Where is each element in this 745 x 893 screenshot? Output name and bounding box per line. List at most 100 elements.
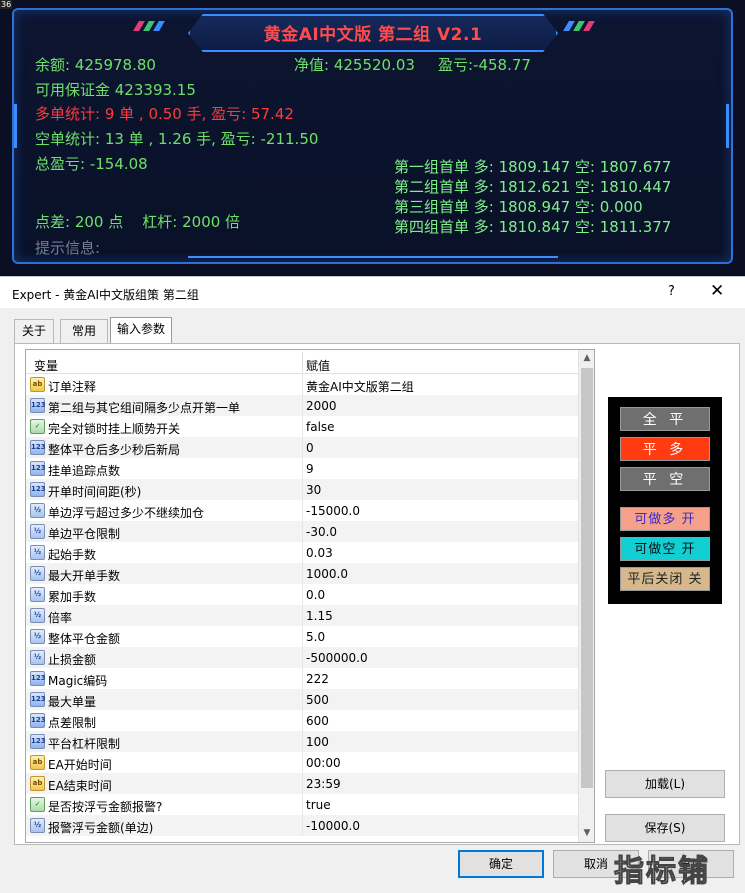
parameter-row[interactable]: 123 最大单量 500	[26, 689, 578, 710]
parameter-row[interactable]: ½ 累加手数 0.0	[26, 584, 578, 605]
parameter-value[interactable]: -10000.0	[306, 819, 360, 833]
param-type-dbl-icon: ½	[30, 524, 45, 539]
grid-rows: ab 订单注释 黄金AI中文版第二组 123 第二组与其它组间隔多少点开第一单 2000 ✓…	[26, 374, 578, 836]
close-short-button[interactable]: 平 空	[620, 467, 710, 491]
parameter-row[interactable]: 123 Magic编码 222	[26, 668, 578, 689]
input-parameters-grid[interactable]: 变量 赋值 ab 订单注释 黄金AI中文版第二组 123 第二组与其它组间隔多少点开第一…	[25, 349, 595, 843]
cell-divider	[302, 437, 303, 458]
parameter-value[interactable]: 00:00	[306, 756, 341, 770]
param-type-bool-icon: ✓	[30, 419, 45, 434]
parameter-name: 倍率	[48, 611, 73, 625]
tab-inputs[interactable]: 输入参数	[110, 317, 172, 343]
parameter-value[interactable]: 0	[306, 441, 314, 455]
group-3-first-order: 第三组首单 多: 1808.947 空: 0.000	[394, 198, 643, 216]
scroll-up-icon[interactable]: ▲	[579, 350, 595, 367]
parameter-name: Magic编码	[48, 674, 108, 688]
parameter-row[interactable]: ab EA结束时间 23:59	[26, 773, 578, 794]
allow-short-toggle[interactable]: 可做空 开	[620, 537, 710, 561]
close-after-toggle[interactable]: 平后关闭 关	[620, 567, 710, 591]
parameter-value[interactable]: -500000.0	[306, 651, 368, 665]
parameter-row[interactable]: 123 平台杠杆限制 100	[26, 731, 578, 752]
parameter-value[interactable]: 9	[306, 462, 314, 476]
spread-leverage-text: 点差: 200 点 杠杆: 2000 倍	[35, 213, 241, 231]
parameter-value[interactable]: 100	[306, 735, 329, 749]
param-type-str-icon: ab	[30, 377, 45, 392]
parameter-value[interactable]: false	[306, 420, 335, 434]
param-type-str-icon: ab	[30, 776, 45, 791]
parameter-value[interactable]: 0.03	[306, 546, 333, 560]
parameter-name: 累加手数	[48, 590, 97, 604]
parameter-name: 是否按浮亏金额报警?	[48, 800, 163, 814]
cell-divider	[302, 542, 303, 563]
parameter-row[interactable]: ab EA开始时间 00:00	[26, 752, 578, 773]
allow-long-toggle[interactable]: 可做多 开	[620, 507, 710, 531]
watermark-logo: 指标铺	[614, 854, 710, 890]
close-button[interactable]: ✕	[710, 281, 724, 301]
free-margin-text: 可用保证金 423393.15	[35, 81, 196, 99]
parameter-value[interactable]: 222	[306, 672, 329, 686]
column-header-value[interactable]: 赋值	[306, 357, 330, 374]
cell-divider	[302, 479, 303, 500]
save-button[interactable]: 保存(S)	[605, 814, 725, 842]
parameter-row[interactable]: 123 第二组与其它组间隔多少点开第一单 2000	[26, 395, 578, 416]
parameter-row[interactable]: ✓ 完全对锁时挂上顺势开关 false	[26, 416, 578, 437]
parameter-value[interactable]: 1.15	[306, 609, 333, 623]
parameter-name: 平台杠杆限制	[48, 737, 121, 751]
parameter-row[interactable]: ½ 单边浮亏超过多少不继续加仓 -15000.0	[26, 500, 578, 521]
parameter-value[interactable]: -30.0	[306, 525, 337, 539]
parameter-row[interactable]: ½ 倍率 1.15	[26, 605, 578, 626]
parameter-name: 最大单量	[48, 695, 97, 709]
parameter-row[interactable]: ½ 整体平仓金额 5.0	[26, 626, 578, 647]
cell-divider	[302, 710, 303, 731]
param-type-bool-icon: ✓	[30, 797, 45, 812]
scroll-down-icon[interactable]: ▼	[579, 825, 595, 842]
parameter-row[interactable]: 123 开单时间间距(秒) 30	[26, 479, 578, 500]
dialog-titlebar[interactable]: Expert - 黄金AI中文版组策 第二组 ? ✕	[0, 277, 745, 308]
parameter-value[interactable]: 500	[306, 693, 329, 707]
parameter-value[interactable]: 600	[306, 714, 329, 728]
ok-button[interactable]: 确定	[458, 850, 544, 878]
close-all-button[interactable]: 全 平	[620, 407, 710, 431]
cell-divider	[302, 521, 303, 542]
parameter-name: 订单注释	[48, 380, 97, 394]
parameter-value[interactable]: 1000.0	[306, 567, 348, 581]
param-type-num-icon: 123	[30, 398, 46, 413]
parameter-row[interactable]: 123 点差限制 600	[26, 710, 578, 731]
parameter-value[interactable]: 黄金AI中文版第二组	[306, 378, 414, 395]
parameter-row[interactable]: ½ 单边平仓限制 -30.0	[26, 521, 578, 542]
parameter-name: EA开始时间	[48, 758, 112, 772]
parameter-value[interactable]: 0.0	[306, 588, 325, 602]
parameter-row[interactable]: ✓ 是否按浮亏金额报警? true	[26, 794, 578, 815]
parameter-row[interactable]: ab 订单注释 黄金AI中文版第二组	[26, 374, 578, 395]
parameter-row[interactable]: ½ 起始手数 0.03	[26, 542, 578, 563]
tab-common[interactable]: 常用	[60, 319, 108, 343]
column-divider[interactable]	[302, 352, 303, 372]
group-4-first-order: 第四组首单 多: 1810.847 空: 1811.377	[394, 218, 672, 236]
cell-divider	[302, 668, 303, 689]
param-type-dbl-icon: ½	[30, 545, 45, 560]
parameter-value[interactable]: 5.0	[306, 630, 325, 644]
column-header-variable[interactable]: 变量	[34, 357, 58, 374]
parameter-value[interactable]: 30	[306, 483, 321, 497]
parameter-row[interactable]: 123 整体平仓后多少秒后新局 0	[26, 437, 578, 458]
parameter-row[interactable]: ½ 报警浮亏金额(单边) -10000.0	[26, 815, 578, 836]
parameter-row[interactable]: ½ 最大开单手数 1000.0	[26, 563, 578, 584]
param-type-num-icon: 123	[30, 440, 46, 455]
parameter-value[interactable]: -15000.0	[306, 504, 360, 518]
help-button[interactable]: ?	[668, 284, 675, 299]
parameter-row[interactable]: 123 挂单追踪点数 9	[26, 458, 578, 479]
group-2-first-order: 第二组首单 多: 1812.621 空: 1810.447	[394, 178, 672, 196]
parameter-value[interactable]: true	[306, 798, 331, 812]
parameter-name: EA结束时间	[48, 779, 112, 793]
tab-about[interactable]: 关于	[14, 319, 54, 343]
load-button[interactable]: 加载(L)	[605, 770, 725, 798]
grid-scrollbar[interactable]: ▲ ▼	[578, 350, 594, 842]
cell-divider	[302, 794, 303, 815]
balance-text: 余额: 425978.80	[35, 56, 156, 74]
parameter-value[interactable]: 2000	[306, 399, 337, 413]
parameter-row[interactable]: ½ 止损金额 -500000.0	[26, 647, 578, 668]
close-long-button[interactable]: 平 多	[620, 437, 710, 461]
cell-divider	[302, 584, 303, 605]
parameter-value[interactable]: 23:59	[306, 777, 341, 791]
scroll-thumb[interactable]	[581, 368, 593, 788]
